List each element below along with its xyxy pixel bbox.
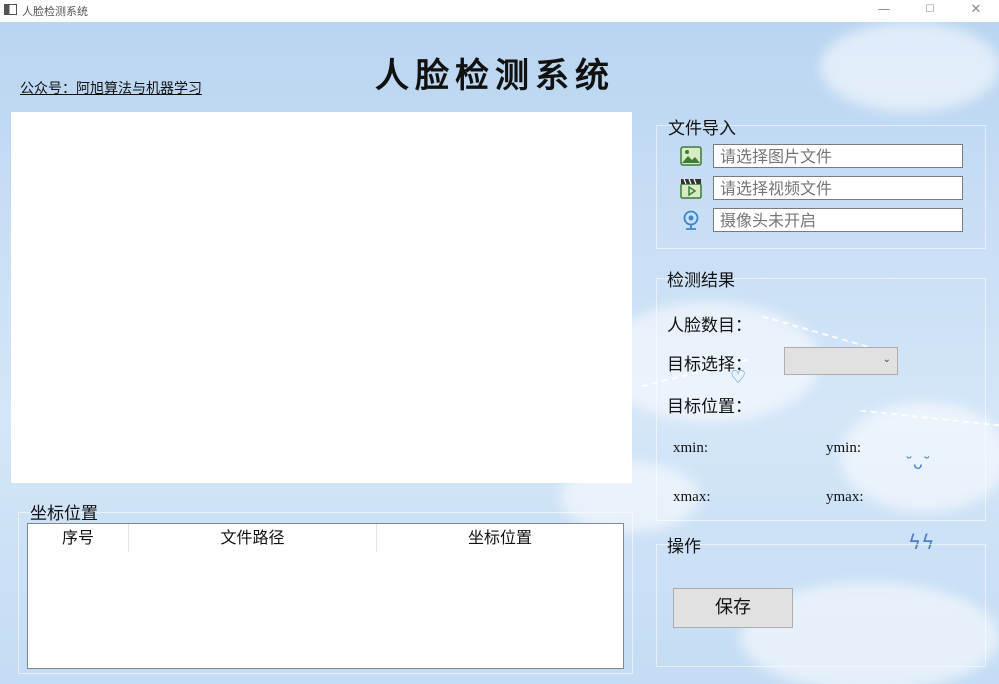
image-display-area <box>11 112 632 483</box>
ymax-label: ymax: <box>826 489 864 505</box>
results-title: 检测结果 <box>667 271 735 291</box>
chevron-down-icon: ⌄ <box>882 354 891 365</box>
image-file-input[interactable] <box>713 144 963 168</box>
save-button[interactable]: 保存 <box>673 588 793 628</box>
coords-title: 坐标位置 <box>30 504 98 524</box>
page-title: 人脸检测系统 <box>375 56 615 96</box>
window-title: 人脸检测系统 <box>22 5 88 18</box>
cloud-decoration <box>820 22 999 112</box>
minimize-button[interactable]: — <box>861 0 907 22</box>
xmax-label: xmax: <box>673 489 711 505</box>
target-position-label: 目标位置： <box>667 397 752 417</box>
close-button[interactable]: ✕ <box>953 0 999 22</box>
subtitle: 公众号：阿旭算法与机器学习 <box>20 81 202 97</box>
title-bar: 人脸检测系统 — ☐ ✕ <box>0 0 999 22</box>
camera-icon[interactable] <box>680 209 702 231</box>
video-file-input[interactable] <box>713 176 963 200</box>
table-header-coords[interactable]: 坐标位置 <box>377 524 623 552</box>
image-icon[interactable] <box>680 145 702 167</box>
target-select-dropdown[interactable]: ⌄ <box>784 347 898 375</box>
ymin-label: ymin: <box>826 440 862 456</box>
main-area: ♡ ˘ᴗ˘ ϟϟ 人脸检测系统 公众号：阿旭算法与机器学习 文件导入 请选择图片… <box>0 22 999 684</box>
maximize-button[interactable]: ☐ <box>907 0 953 22</box>
operations-title: 操作 <box>667 537 701 557</box>
app-icon <box>4 4 17 15</box>
xmin-label: xmin: <box>673 440 709 456</box>
camera-status-input[interactable] <box>713 208 963 232</box>
video-icon[interactable] <box>680 177 702 199</box>
table-header-path[interactable]: 文件路径 <box>129 524 377 552</box>
face-count-label: 人脸数目： <box>667 316 752 336</box>
file-import-title: 文件导入 <box>668 119 736 139</box>
table-header-index[interactable]: 序号 <box>28 524 129 552</box>
coords-table[interactable]: 序号 文件路径 坐标位置 <box>27 523 624 669</box>
target-select-label: 目标选择： <box>667 355 752 375</box>
